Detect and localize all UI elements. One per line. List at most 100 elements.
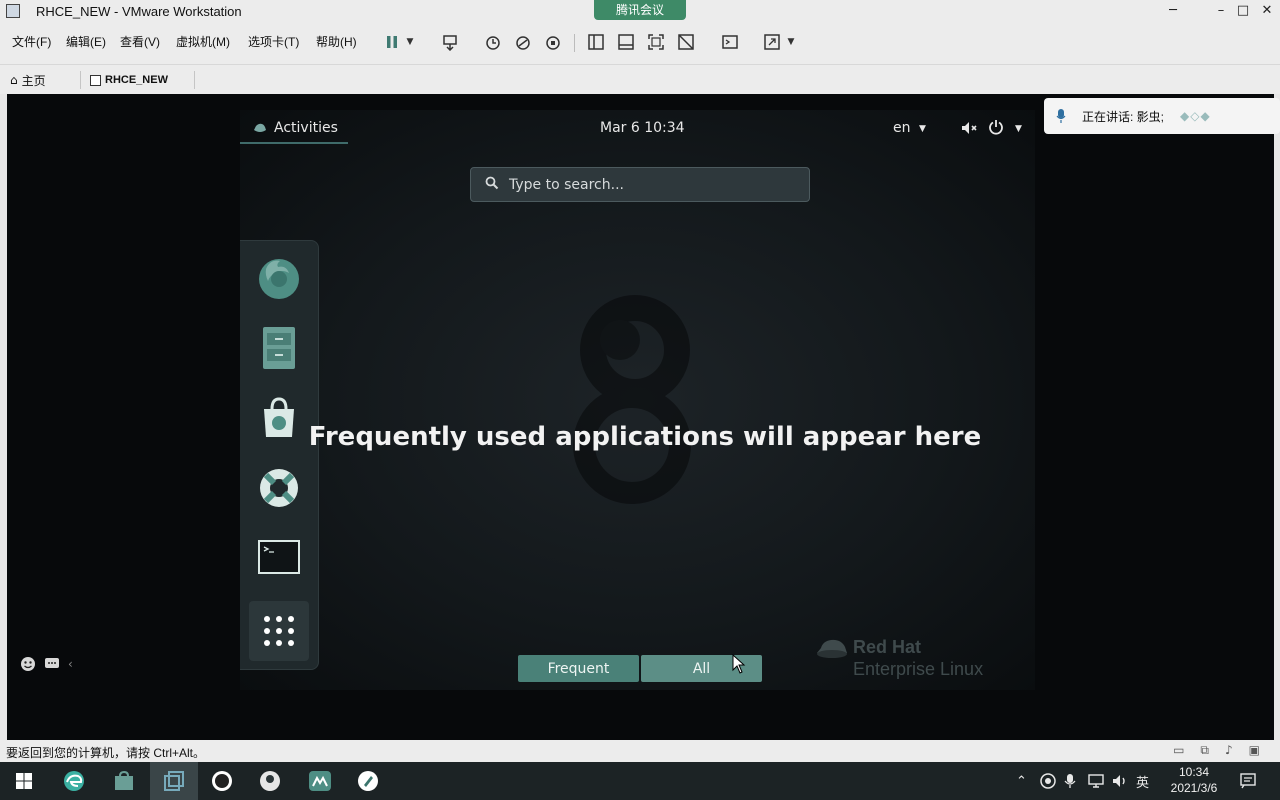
- files-icon[interactable]: [252, 321, 306, 375]
- minimize-button[interactable]: ─: [1162, 2, 1184, 20]
- activities-underline: [240, 142, 348, 144]
- menu-edit[interactable]: 编辑(E): [66, 33, 106, 50]
- gnome-top-bar: Activities Mar 6 10:34 en ▼ ▼: [240, 110, 1035, 146]
- store-icon[interactable]: [100, 762, 148, 800]
- menu-tabs[interactable]: 选项卡(T): [248, 33, 299, 50]
- show-library-icon[interactable]: [584, 31, 608, 53]
- redhat-hat-icon: [254, 123, 266, 132]
- rhel8-background-logo: [573, 295, 691, 504]
- taskbar-clock[interactable]: 10:34 2021/3/6: [1163, 764, 1225, 796]
- vmware-menubar: 文件(F) 编辑(E) 查看(V) 虚拟机(M) 选项卡(T) 帮助(H) ▼ …: [0, 24, 1280, 64]
- search-icon: [485, 176, 499, 194]
- tab-vm[interactable]: RHCE_NEW: [90, 69, 168, 91]
- close-button[interactable]: ✕: [1256, 2, 1278, 20]
- top-bar-clock[interactable]: Mar 6 10:34: [600, 120, 685, 136]
- windows-start-icon[interactable]: [0, 762, 48, 800]
- activities-button[interactable]: Activities: [252, 120, 338, 136]
- terminal-icon[interactable]: [252, 531, 306, 585]
- vmware-status-bar: 要返回到您的计算机，请按 Ctrl+Alt。 ▭ ⧉ ♪ ▣: [0, 740, 1280, 762]
- sound-card-icon[interactable]: ♪: [1225, 743, 1233, 758]
- obs-icon[interactable]: [198, 762, 246, 800]
- vmware-tabbar: ⌂ 主页 RHCE_NEW: [0, 64, 1280, 94]
- menu-file[interactable]: 文件(F): [12, 33, 51, 50]
- activities-label: Activities: [274, 120, 338, 136]
- tab-vm-label: RHCE_NEW: [105, 74, 168, 86]
- tray-expand-icon[interactable]: ⌃: [1016, 762, 1027, 800]
- firefox-icon[interactable]: [252, 251, 306, 305]
- help-icon[interactable]: [252, 461, 306, 515]
- notes-icon[interactable]: [344, 762, 392, 800]
- device-status-icons: ▭ ⧉ ♪ ▣: [1173, 743, 1260, 758]
- menu-view[interactable]: 查看(V): [120, 33, 160, 50]
- tray-volume-icon[interactable]: [1112, 762, 1128, 800]
- window-title: RHCE_NEW - VMware Workstation: [36, 4, 242, 19]
- meeting-floating-tab[interactable]: 腾讯会议: [594, 0, 686, 20]
- vm-left-border: [0, 94, 7, 740]
- vm-right-border: [1274, 94, 1280, 740]
- notification-center-icon[interactable]: [1240, 762, 1256, 800]
- volume-muted-icon[interactable]: [960, 120, 978, 140]
- tray-record-icon[interactable]: [1040, 762, 1056, 800]
- tray-network-icon[interactable]: [1088, 762, 1104, 800]
- full-screen-icon[interactable]: [644, 31, 668, 53]
- meeting-icon[interactable]: [296, 762, 344, 800]
- hard-disk-icon[interactable]: ▭: [1173, 743, 1184, 758]
- empty-frequent-message: Frequently used applications will appear…: [308, 422, 982, 452]
- brand-line1: Red Hat: [853, 637, 922, 657]
- meeting-speaking-indicator: 正在讲话: 影虫; ◆◇◆: [1044, 98, 1280, 134]
- vmware-icon[interactable]: [150, 762, 198, 800]
- unity-mode-icon[interactable]: [674, 31, 698, 53]
- taskbar-time: 10:34: [1178, 765, 1210, 779]
- thumbnail-bar-icon[interactable]: [614, 31, 638, 53]
- input-language[interactable]: en: [893, 120, 911, 136]
- display-icon[interactable]: ▣: [1249, 743, 1260, 758]
- gnome-overview[interactable]: Activities Mar 6 10:34 en ▼ ▼ Type to se…: [240, 110, 1035, 690]
- send-ctrl-alt-del-icon[interactable]: [438, 31, 462, 53]
- taskbar-date: 2021/3/6: [1170, 781, 1218, 795]
- redhat-logo-icon: [817, 639, 847, 658]
- vm-tab-icon: [90, 74, 101, 86]
- tray-ime[interactable]: 英: [1136, 762, 1149, 800]
- tab-home[interactable]: ⌂ 主页: [10, 69, 46, 91]
- home-icon: ⌂: [10, 73, 18, 87]
- vm-side-tools: ‹: [20, 656, 73, 672]
- microphone-icon: [1056, 109, 1066, 123]
- audio-wave-icon: ◆◇◆: [1180, 109, 1211, 123]
- tray-microphone-icon[interactable]: [1064, 762, 1076, 800]
- pause-dropdown-icon[interactable]: ▼: [402, 31, 418, 53]
- status-message: 要返回到您的计算机，请按 Ctrl+Alt。: [6, 746, 206, 760]
- emoji-icon[interactable]: [20, 656, 36, 672]
- search-input[interactable]: Type to search...: [470, 167, 810, 202]
- console-view-icon[interactable]: [718, 31, 742, 53]
- speaking-text: 正在讲话: 影虫;: [1082, 109, 1165, 124]
- menu-vm[interactable]: 虚拟机(M): [176, 33, 230, 50]
- stretch-guest-icon[interactable]: [760, 31, 784, 53]
- revert-snapshot-icon[interactable]: [511, 31, 535, 53]
- show-apps-icon[interactable]: [249, 601, 309, 661]
- edge-icon[interactable]: [50, 762, 98, 800]
- power-icon[interactable]: [988, 119, 1004, 139]
- brand-line2: Enterprise Linux: [853, 659, 984, 679]
- dash: [240, 240, 319, 670]
- menu-help[interactable]: 帮助(H): [316, 33, 357, 50]
- network-adapter-icon[interactable]: ⧉: [1200, 743, 1209, 758]
- vmware-title-bar: RHCE_NEW - VMware Workstation 腾讯会议 ─ – □…: [0, 0, 1280, 24]
- frequent-view-button[interactable]: Frequent: [518, 655, 639, 682]
- snapshot-icon[interactable]: [481, 31, 505, 53]
- language-dropdown-icon[interactable]: ▼: [919, 124, 926, 134]
- snapshot-manager-icon[interactable]: [541, 31, 565, 53]
- windows-taskbar: ⌃ 英 10:34 2021/3/6: [0, 762, 1280, 800]
- browser-icon[interactable]: [246, 762, 294, 800]
- vmware-app-icon: [6, 4, 20, 18]
- search-placeholder: Type to search...: [509, 176, 624, 193]
- stretch-dropdown-icon[interactable]: ▼: [784, 31, 798, 53]
- pause-icon[interactable]: [380, 31, 404, 53]
- app-view-selector: Frequent All: [518, 655, 762, 682]
- mouse-cursor-icon: [732, 654, 746, 674]
- system-menu-dropdown-icon[interactable]: ▼: [1015, 124, 1022, 134]
- minimize-vm-button[interactable]: –: [1210, 2, 1232, 20]
- collapse-arrow-icon[interactable]: ‹: [68, 657, 73, 671]
- tab-home-label: 主页: [21, 73, 46, 88]
- chat-icon[interactable]: [44, 657, 60, 671]
- maximize-button[interactable]: □: [1232, 2, 1254, 20]
